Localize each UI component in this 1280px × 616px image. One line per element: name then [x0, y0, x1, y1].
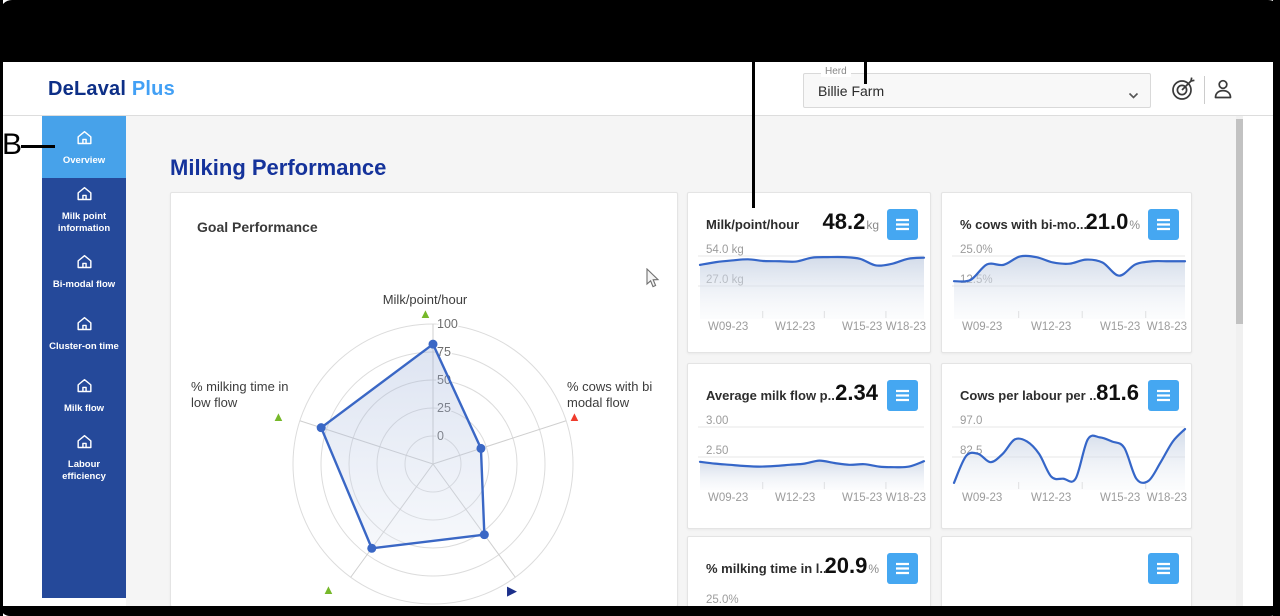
x-axis-label: W09-23 [962, 492, 1002, 504]
header-divider [1204, 76, 1205, 104]
svg-text:100: 100 [437, 317, 458, 331]
y-grid-label: 25.0% [706, 594, 739, 606]
y-grid-label: 82.5 [960, 445, 982, 457]
card-menu-button[interactable] [1148, 380, 1179, 411]
card-menu-button[interactable] [1148, 209, 1179, 240]
metric-title: Average milk flow p... [706, 380, 835, 403]
goal-target-icon[interactable] [1169, 75, 1197, 103]
x-axis-label: W12-23 [775, 492, 815, 504]
logo-delaval: DeLaval [48, 78, 126, 100]
y-grid-label: 12.5% [960, 274, 993, 286]
goal-arrow-up-green-icon: ▲ [272, 410, 285, 423]
y-grid-label: 97.0 [960, 415, 982, 427]
metric-value: 81.6 [1096, 380, 1139, 406]
metric-unit: % [1129, 218, 1140, 232]
card-menu-button[interactable] [887, 553, 918, 584]
goal-arrow-up-green-icon: ▲ [322, 583, 335, 596]
scrollbar-thumb[interactable] [1236, 119, 1243, 324]
y-grid-label: 3.00 [706, 415, 728, 427]
x-axis-label: W09-23 [708, 321, 748, 333]
x-axis-label: W09-23 [962, 321, 1002, 333]
metric-value: 20.9 [825, 553, 868, 579]
page-title: Milking Performance [170, 155, 386, 181]
goal-arrow-up-green-icon: ▲ [419, 307, 432, 320]
x-axis-label: W18-23 [886, 492, 926, 504]
home-icon [75, 128, 94, 152]
herd-select-label: Herd [821, 66, 851, 77]
sidebar-item-label: Labour efficiency [42, 459, 126, 483]
x-axis-label: W12-23 [775, 321, 815, 333]
annotation-b-label: B [2, 128, 22, 162]
x-axis-label: W18-23 [886, 321, 926, 333]
herd-select-value: Billie Farm [818, 83, 884, 99]
radar-axis-label-milking-time-low-flow: % milking time in low flow [191, 379, 289, 412]
x-axis-label: W12-23 [1031, 321, 1071, 333]
metric-unit: kg [866, 218, 879, 232]
sidebar-item-label: Cluster-on time [46, 341, 122, 353]
goal-performance-card: Goal Performance 0255075100 Milk/point/h… [170, 192, 678, 607]
metric-card-milking-time-low-flow: % milking time in l... 20.9% 25.0% [687, 536, 931, 616]
sidebar-item-milk-flow[interactable]: Milk flow [42, 364, 126, 426]
y-grid-label: 2.50 [706, 445, 728, 457]
sidebar-item-bi-modal-flow[interactable]: Bi-modal flow [42, 240, 126, 302]
sidebar-item-label: Overview [60, 155, 108, 167]
x-axis-label: W15-23 [842, 321, 882, 333]
sidebar-item-milk-point-information[interactable]: Milk point information [42, 178, 126, 240]
home-icon [75, 432, 94, 456]
metric-title: % milking time in l... [706, 553, 825, 576]
x-axis-label: W18-23 [1147, 321, 1187, 333]
app-root: DeLaval Plus Herd Billie Farm [0, 0, 1280, 616]
sidebar-item-label: Milk flow [61, 403, 107, 415]
sidebar-nav: Overview Milk point information Bi-modal… [42, 116, 126, 598]
metric-card-average-milk-flow: Average milk flow p... 2.34 3.00 2.50 W0… [687, 363, 931, 529]
sidebar-item-labour-efficiency[interactable]: Labour efficiency [42, 426, 126, 488]
herd-select[interactable]: Herd Billie Farm [803, 73, 1151, 108]
y-grid-label: 25.0% [960, 244, 993, 256]
metric-card-cows-bimodal: % cows with bi-mo... 21.0% 25.0% 12.5% W… [941, 192, 1192, 353]
sidebar-item-cluster-on-time[interactable]: Cluster-on time [42, 302, 126, 364]
radar-axis-label-cows-bimodal: % cows with bi modal flow [567, 379, 663, 412]
annotation-line-card [752, 45, 755, 208]
chevron-down-icon[interactable] [1128, 87, 1139, 105]
goal-arrow-up-red-icon: ▲ [568, 410, 581, 423]
card-menu-button[interactable] [887, 380, 918, 411]
metric-title: Cows per labour per ... [960, 380, 1096, 403]
metric-card-milk-point-hour: Milk/point/hour 48.2kg 54.0 kg 27.0 kg W… [687, 192, 931, 353]
x-axis-label: W15-23 [842, 492, 882, 504]
goal-arrow-right-navy-icon: ▶ [507, 584, 517, 597]
sidebar-item-label: Bi-modal flow [50, 279, 118, 291]
home-icon [75, 252, 94, 276]
top-header: DeLaval Plus Herd Billie Farm [3, 62, 1273, 116]
card-menu-button[interactable] [887, 209, 918, 240]
home-icon [75, 184, 94, 208]
app-logo: DeLaval Plus [48, 78, 175, 101]
metric-value: 21.0 [1086, 209, 1129, 235]
metric-title: % cows with bi-mo... [960, 209, 1086, 232]
metric-value: 2.34 [835, 380, 878, 406]
home-icon [75, 376, 94, 400]
annotation-line-herd [864, 45, 867, 84]
logo-plus: Plus [132, 78, 175, 100]
frame-right-edge [1273, 0, 1280, 616]
annotation-b-line [21, 145, 55, 148]
metric-card-empty [941, 536, 1192, 616]
metric-value: 48.2 [822, 209, 865, 235]
user-icon[interactable] [1209, 75, 1237, 103]
frame-bottom-bar [0, 606, 1280, 616]
x-axis-label: W12-23 [1031, 492, 1071, 504]
x-axis-label: W18-23 [1147, 492, 1187, 504]
y-grid-label: 27.0 kg [706, 274, 744, 286]
x-axis-label: W15-23 [1100, 492, 1140, 504]
home-icon [75, 314, 94, 338]
metric-title: Milk/point/hour [706, 209, 799, 232]
frame-left-edge [0, 0, 3, 616]
metric-unit: % [868, 562, 879, 576]
metric-card-cows-per-labour: Cows per labour per ... 81.6 97.0 82.5 W… [941, 363, 1192, 529]
x-axis-label: W09-23 [708, 492, 748, 504]
y-grid-label: 54.0 kg [706, 244, 744, 256]
frame-top-bar [0, 0, 1280, 62]
x-axis-label: W15-23 [1100, 321, 1140, 333]
sidebar-item-label: Milk point information [42, 211, 126, 235]
card-menu-button[interactable] [1148, 553, 1179, 584]
